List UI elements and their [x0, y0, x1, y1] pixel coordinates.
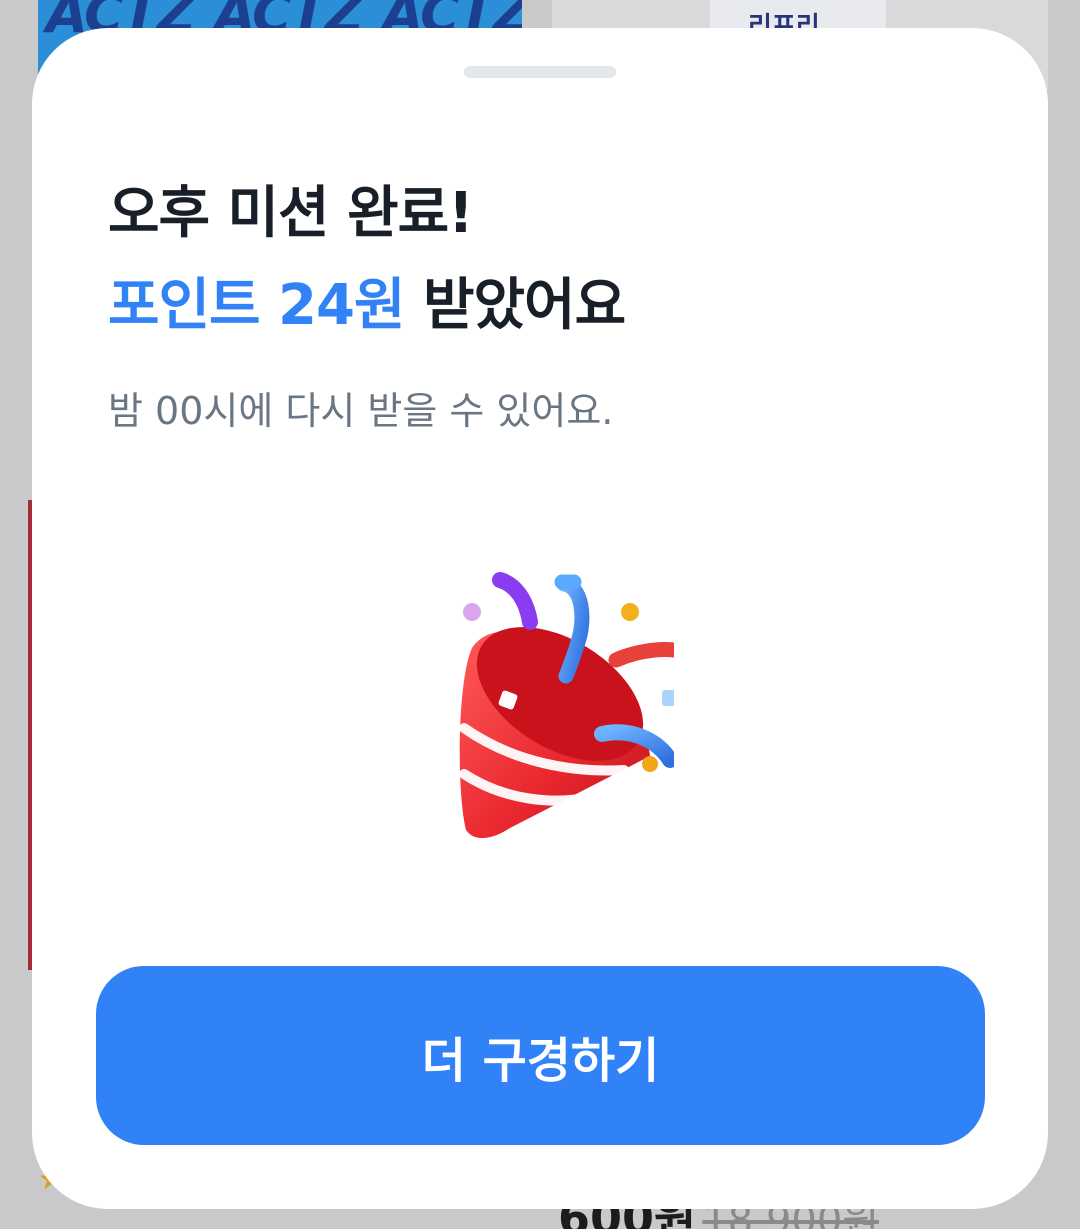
- browse-more-button[interactable]: 더 구경하기: [96, 966, 985, 1145]
- next-reward-info: 밤 00시에 다시 받을 수 있어요.: [108, 389, 614, 433]
- party-popper-icon: [459, 572, 674, 838]
- reward-headline-rest: 받았어요: [404, 273, 626, 338]
- sheet-drag-handle[interactable]: [464, 66, 616, 78]
- reward-headline: 포인트 24원 받았어요: [108, 260, 626, 341]
- sheet-title: 오후 미션 완료!: [108, 181, 474, 246]
- reward-points: 포인트 24원: [108, 273, 406, 338]
- mission-complete-sheet: 오후 미션 완료! 포인트 24원 받았어요 밤 00시에 다시 받을 수 있어…: [32, 28, 1048, 1209]
